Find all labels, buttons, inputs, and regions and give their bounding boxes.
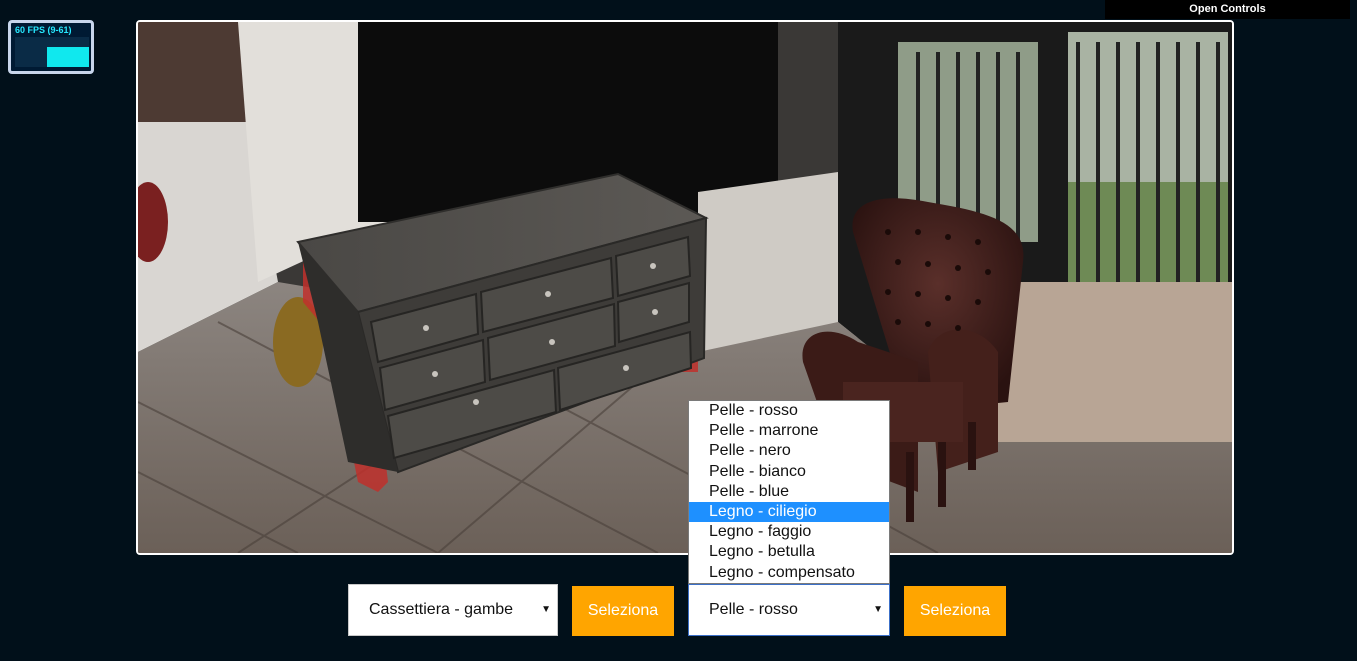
ar-3d-viewport[interactable] bbox=[136, 20, 1234, 555]
material-select[interactable]: Pelle - rosso ▼ bbox=[688, 584, 890, 636]
fps-graph bbox=[15, 37, 89, 67]
open-controls-button[interactable]: Open Controls bbox=[1105, 0, 1350, 19]
material-dropdown-list: Pelle - rosso Pelle - marrone Pelle - ne… bbox=[688, 400, 890, 584]
material-option[interactable]: Pelle - rosso bbox=[689, 401, 889, 421]
object-select-value: Cassettiera - gambe bbox=[369, 601, 514, 618]
chevron-down-icon: ▼ bbox=[873, 604, 883, 615]
material-select-value: Pelle - rosso bbox=[709, 601, 798, 618]
fps-stats-panel[interactable]: 60 FPS (9-61) bbox=[8, 20, 94, 74]
fps-label: 60 FPS (9-61) bbox=[15, 25, 72, 35]
object-select[interactable]: Cassettiera - gambe ▼ bbox=[348, 584, 558, 636]
material-option[interactable]: Pelle - bianco bbox=[689, 462, 889, 482]
material-option[interactable]: Legno - faggio bbox=[689, 522, 889, 542]
scene-render bbox=[138, 22, 1232, 553]
select-object-button[interactable]: Seleziona bbox=[572, 586, 674, 636]
material-option-highlighted[interactable]: Legno - ciliegio bbox=[689, 501, 889, 523]
material-option[interactable]: Pelle - marrone bbox=[689, 421, 889, 441]
select-material-button[interactable]: Seleziona bbox=[904, 586, 1006, 636]
material-option[interactable]: Legno - compensato bbox=[689, 563, 889, 583]
fps-graph-fill bbox=[47, 47, 89, 67]
material-option[interactable]: Pelle - blue bbox=[689, 482, 889, 502]
material-option[interactable]: Legno - betulla bbox=[689, 542, 889, 562]
chevron-down-icon: ▼ bbox=[541, 604, 551, 615]
material-option[interactable]: Pelle - nero bbox=[689, 441, 889, 461]
